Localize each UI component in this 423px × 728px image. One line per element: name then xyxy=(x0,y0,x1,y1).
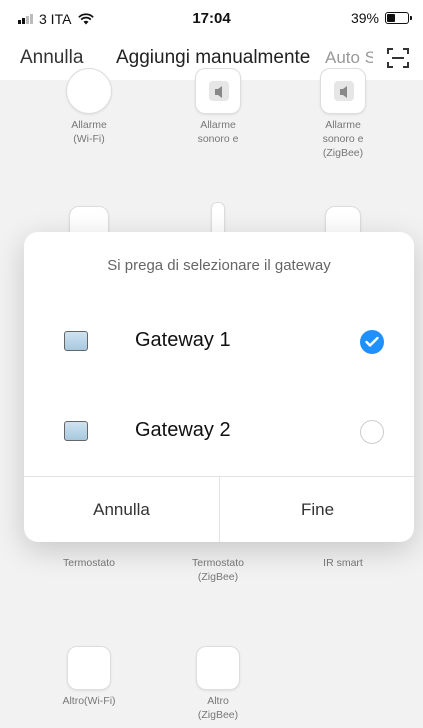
device-siren[interactable]: Allarme sonoro e xyxy=(158,68,278,146)
status-bar: 3 ITA 17:04 39% xyxy=(0,0,423,36)
gateway-option-1[interactable]: Gateway 1 xyxy=(24,312,414,372)
dialog-title: Si prega di selezionare il gateway xyxy=(107,257,331,274)
device-alarm-wifi[interactable]: Allarme (Wi-Fi) xyxy=(29,68,149,146)
radio-unchecked-icon[interactable] xyxy=(360,420,384,444)
device-siren-zigbee[interactable]: Allarme sonoro e (ZigBee) xyxy=(283,68,403,160)
gateway-name: Gateway 1 xyxy=(135,329,231,351)
siren-icon xyxy=(195,68,241,114)
cancel-button[interactable]: Annulla xyxy=(24,477,219,542)
device-ir-smart[interactable]: IR smart xyxy=(283,552,403,570)
device-icon xyxy=(196,646,240,690)
gateway-icon xyxy=(64,421,88,441)
device-label: Termostato (ZigBee) xyxy=(192,557,244,583)
siren-icon xyxy=(320,68,366,114)
device-other-wifi[interactable]: Altro(Wi-Fi) xyxy=(29,646,149,708)
tab-auto-scan[interactable]: Auto S xyxy=(325,48,373,68)
device-other-zigbee[interactable]: Altro (ZigBee) xyxy=(158,646,278,722)
tab-add-manually[interactable]: Aggiungi manualmente xyxy=(116,47,310,69)
device-label: Allarme (Wi-Fi) xyxy=(71,119,107,145)
device-thermostat-zigbee[interactable]: Termostato (ZigBee) xyxy=(158,552,278,584)
status-right: 39% xyxy=(350,10,412,26)
device-label: IR smart xyxy=(323,557,363,569)
battery-icon xyxy=(385,12,412,24)
device-icon xyxy=(67,646,111,690)
device-label: Altro(Wi-Fi) xyxy=(62,695,116,707)
battery-percent: 39% xyxy=(350,10,379,26)
device-label: Allarme sonoro e xyxy=(197,119,239,145)
gateway-dialog: Si prega di selezionare il gateway Gatew… xyxy=(24,232,414,542)
done-button[interactable]: Fine xyxy=(220,477,414,542)
radio-checked-icon[interactable] xyxy=(360,330,384,354)
gateway-name: Gateway 2 xyxy=(135,419,231,441)
scan-icon[interactable] xyxy=(386,46,410,70)
gateway-option-2[interactable]: Gateway 2 xyxy=(24,402,414,462)
gateway-icon xyxy=(64,331,88,351)
device-thermostat[interactable]: Termostato xyxy=(29,552,149,570)
alarm-icon xyxy=(66,68,112,114)
device-label: Altro (ZigBee) xyxy=(197,695,239,721)
nav-cancel-button[interactable]: Annulla xyxy=(20,47,83,69)
device-label: Allarme sonoro e (ZigBee) xyxy=(322,119,364,159)
device-label: Termostato xyxy=(63,557,115,569)
